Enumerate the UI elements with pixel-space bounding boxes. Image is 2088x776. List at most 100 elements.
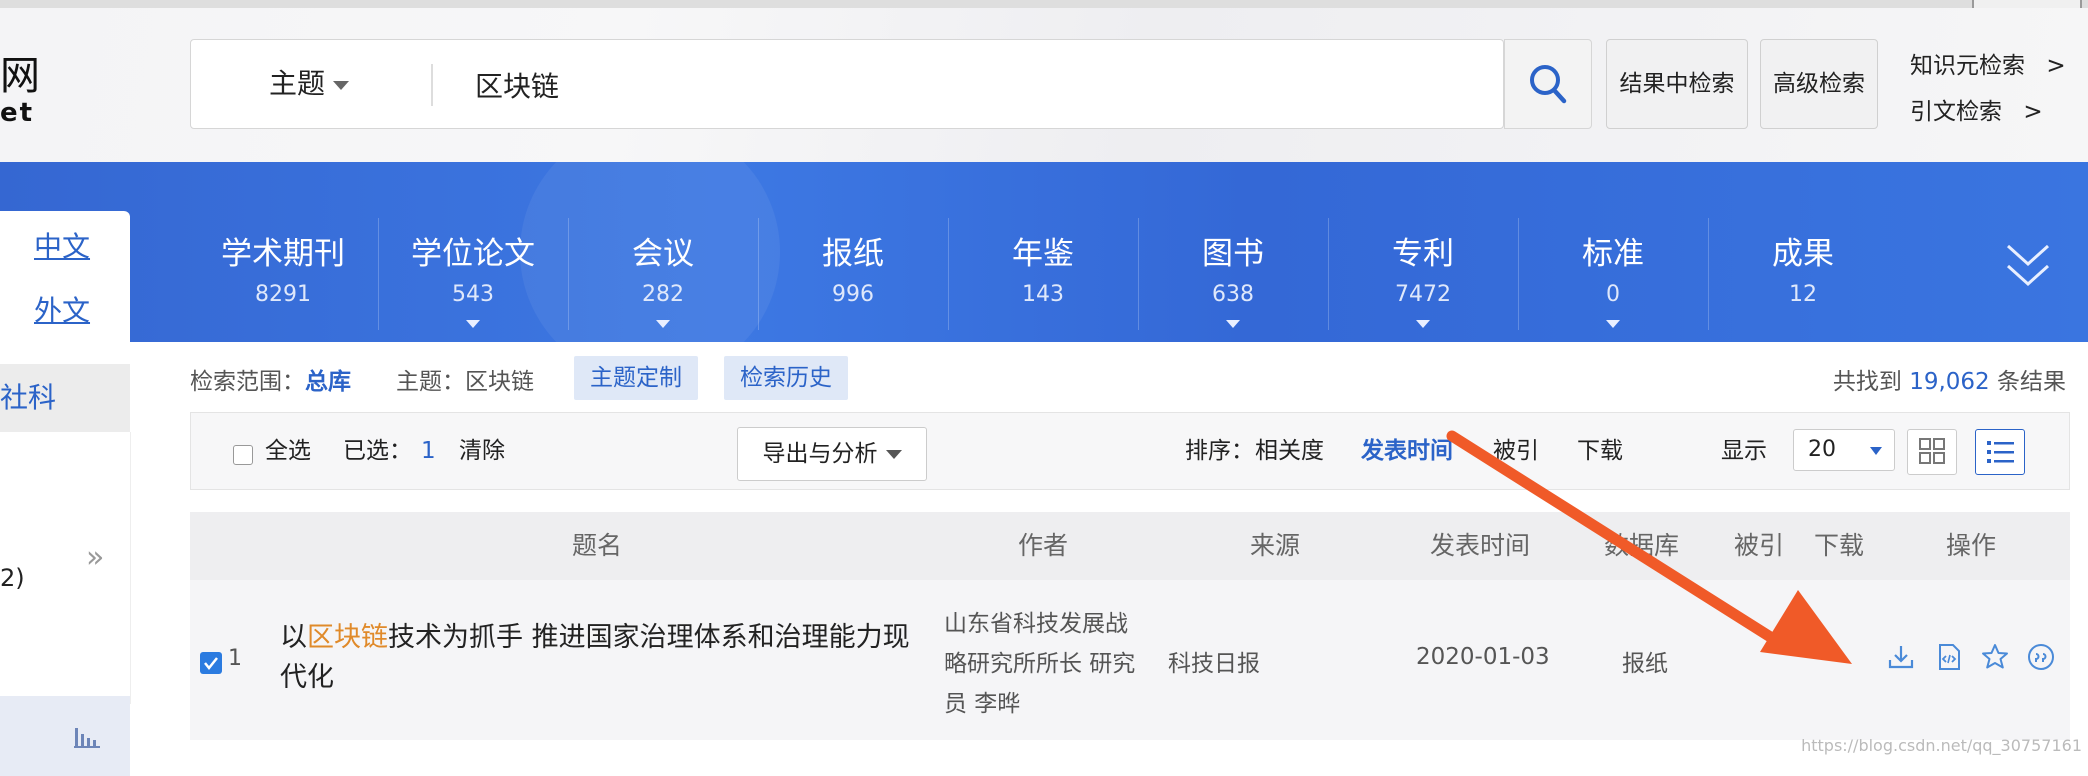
scope-value[interactable]: 总库: [305, 369, 351, 395]
quote-icon[interactable]: [2026, 642, 2056, 672]
caret-down-icon: [1606, 320, 1620, 328]
sort-label: 排序：: [1185, 438, 1254, 464]
filter-item-label: 社科: [0, 381, 57, 414]
list-view-button[interactable]: [1975, 429, 2025, 475]
search-history-button[interactable]: 检索历史: [724, 356, 848, 400]
chevron-right-icon: >: [2046, 53, 2066, 79]
grid-view-button[interactable]: [1907, 429, 1957, 475]
select-all-label[interactable]: 全选: [265, 413, 311, 489]
table-header: 题名 作者 来源 发表时间 数据库 被引 下载 操作: [190, 512, 2070, 580]
category-tab[interactable]: 成果 12: [1708, 162, 1898, 342]
results-toolbar: 全选 已选： 1 清除 导出与分析 排序： 相关度 发表时间 被引 下载 显示 …: [190, 412, 2070, 490]
filter-count: 2): [0, 564, 25, 592]
category-tab[interactable]: 标准 0: [1518, 162, 1708, 342]
category-separator: [568, 218, 569, 330]
caret-down-icon: [1226, 320, 1240, 328]
advanced-search-button[interactable]: 高级检索: [1760, 39, 1878, 129]
caret-down-icon: [1870, 447, 1882, 455]
html-read-icon[interactable]: [1934, 642, 1964, 672]
category-separator: [1328, 218, 1329, 330]
watermark: https://blog.csdn.net/qq_30757161: [1801, 736, 2082, 755]
category-name: 会议: [632, 236, 694, 272]
knowledge-search-link[interactable]: 知识元检索 >: [1910, 46, 2066, 80]
category-separator: [378, 218, 379, 330]
category-tab[interactable]: 学术期刊 8291: [188, 162, 378, 342]
category-separator: [1518, 218, 1519, 330]
category-count: 12: [1789, 282, 1817, 307]
category-tab[interactable]: 年鉴 143: [948, 162, 1138, 342]
row-index: 1: [228, 646, 242, 671]
download-icon[interactable]: [1886, 642, 1916, 672]
search-topic: 主题：区块链: [396, 362, 534, 402]
category-tab[interactable]: 专利 7472: [1328, 162, 1518, 342]
row-source[interactable]: 科技日报: [1168, 644, 1260, 678]
category-tab[interactable]: 图书 638: [1138, 162, 1328, 342]
expand-chevron-icon[interactable]: [2006, 242, 2050, 292]
favorite-star-icon[interactable]: [1980, 642, 2010, 672]
table-row: 1 以区块链技术为抓手 推进国家治理体系和治理能力现代化 山东省科技发展战 略研…: [190, 580, 2070, 740]
category-name: 成果: [1772, 236, 1834, 272]
col-database: 数据库: [1604, 531, 1680, 560]
search-in-results-button[interactable]: 结果中检索: [1606, 39, 1748, 129]
divider: [431, 64, 433, 106]
knowledge-search-label: 知识元检索: [1910, 53, 2025, 79]
author-line: 山东省科技发展战: [944, 611, 1128, 637]
export-label: 导出与分析: [762, 441, 878, 467]
caret-down-icon: [333, 80, 350, 90]
category-count: 143: [1022, 282, 1064, 307]
category-tab[interactable]: 会议 282: [568, 162, 758, 342]
search-box: 主题: [190, 39, 1504, 129]
select-all-checkbox[interactable]: [233, 445, 253, 465]
col-downloads: 下载: [1814, 531, 1865, 560]
col-cited: 被引: [1734, 531, 1785, 560]
search-type-dropdown[interactable]: 主题: [269, 40, 350, 128]
category-count: 8291: [255, 282, 311, 307]
caret-down-icon: [466, 320, 480, 328]
caret-down-icon: [656, 320, 670, 328]
clear-button[interactable]: 清除: [459, 413, 505, 489]
logo-sub: et: [0, 98, 35, 128]
col-actions: 操作: [1946, 531, 1997, 560]
search-input[interactable]: [473, 54, 1177, 116]
row-checkbox[interactable]: [200, 652, 222, 674]
sort-downloads[interactable]: 下载: [1577, 413, 1623, 489]
left-filter-panel: 社科 » 2): [0, 364, 131, 776]
category-separator: [1708, 218, 1709, 330]
col-title: 题名: [572, 531, 623, 560]
language-switch: 中文 外文: [0, 211, 130, 342]
citation-search-label: 引文检索: [1910, 99, 2002, 125]
search-type-label: 主题: [269, 67, 326, 100]
search-button[interactable]: [1504, 39, 1592, 129]
chart-panel: [0, 696, 130, 776]
filter-item-selected[interactable]: 社科: [0, 364, 130, 432]
category-name: 专利: [1392, 236, 1454, 272]
category-tab[interactable]: 报纸 996: [758, 162, 948, 342]
sort-date[interactable]: 发表时间: [1361, 413, 1453, 489]
found-prefix: 共找到: [1832, 369, 1902, 395]
bar-chart-icon[interactable]: [74, 726, 100, 748]
export-analysis-dropdown[interactable]: 导出与分析: [737, 427, 927, 481]
title-prefix: 以: [280, 622, 307, 653]
page-size-select[interactable]: 20: [1793, 429, 1895, 471]
category-name: 报纸: [822, 236, 884, 272]
topic-custom-button[interactable]: 主题定制: [574, 356, 698, 400]
row-author[interactable]: 山东省科技发展战 略研究所所长 研究 员 李晔: [944, 604, 1154, 724]
sort-cited[interactable]: 被引: [1493, 413, 1539, 489]
category-name: 学术期刊: [221, 236, 345, 272]
title-highlight: 区块链: [307, 622, 388, 653]
selected-label: 已选：: [343, 438, 412, 464]
double-chevron-icon[interactable]: »: [86, 540, 104, 575]
row-title-link[interactable]: 以区块链技术为抓手 推进国家治理体系和治理能力现代化: [280, 618, 920, 698]
list-icon: [1987, 441, 2014, 463]
row-database: 报纸: [1622, 651, 1668, 677]
category-count: 282: [642, 282, 684, 307]
category-tab[interactable]: 学位论文 543: [378, 162, 568, 342]
scope-label: 检索范围：: [190, 369, 305, 395]
category-name: 学位论文: [411, 236, 535, 272]
lang-chinese-link[interactable]: 中文: [34, 225, 90, 265]
grid-icon: [1919, 438, 1945, 464]
citation-search-link[interactable]: 引文检索 >: [1910, 92, 2043, 126]
category-count: 0: [1606, 282, 1620, 307]
sort-relevance[interactable]: 相关度: [1255, 413, 1324, 489]
lang-foreign-link[interactable]: 外文: [34, 289, 90, 329]
